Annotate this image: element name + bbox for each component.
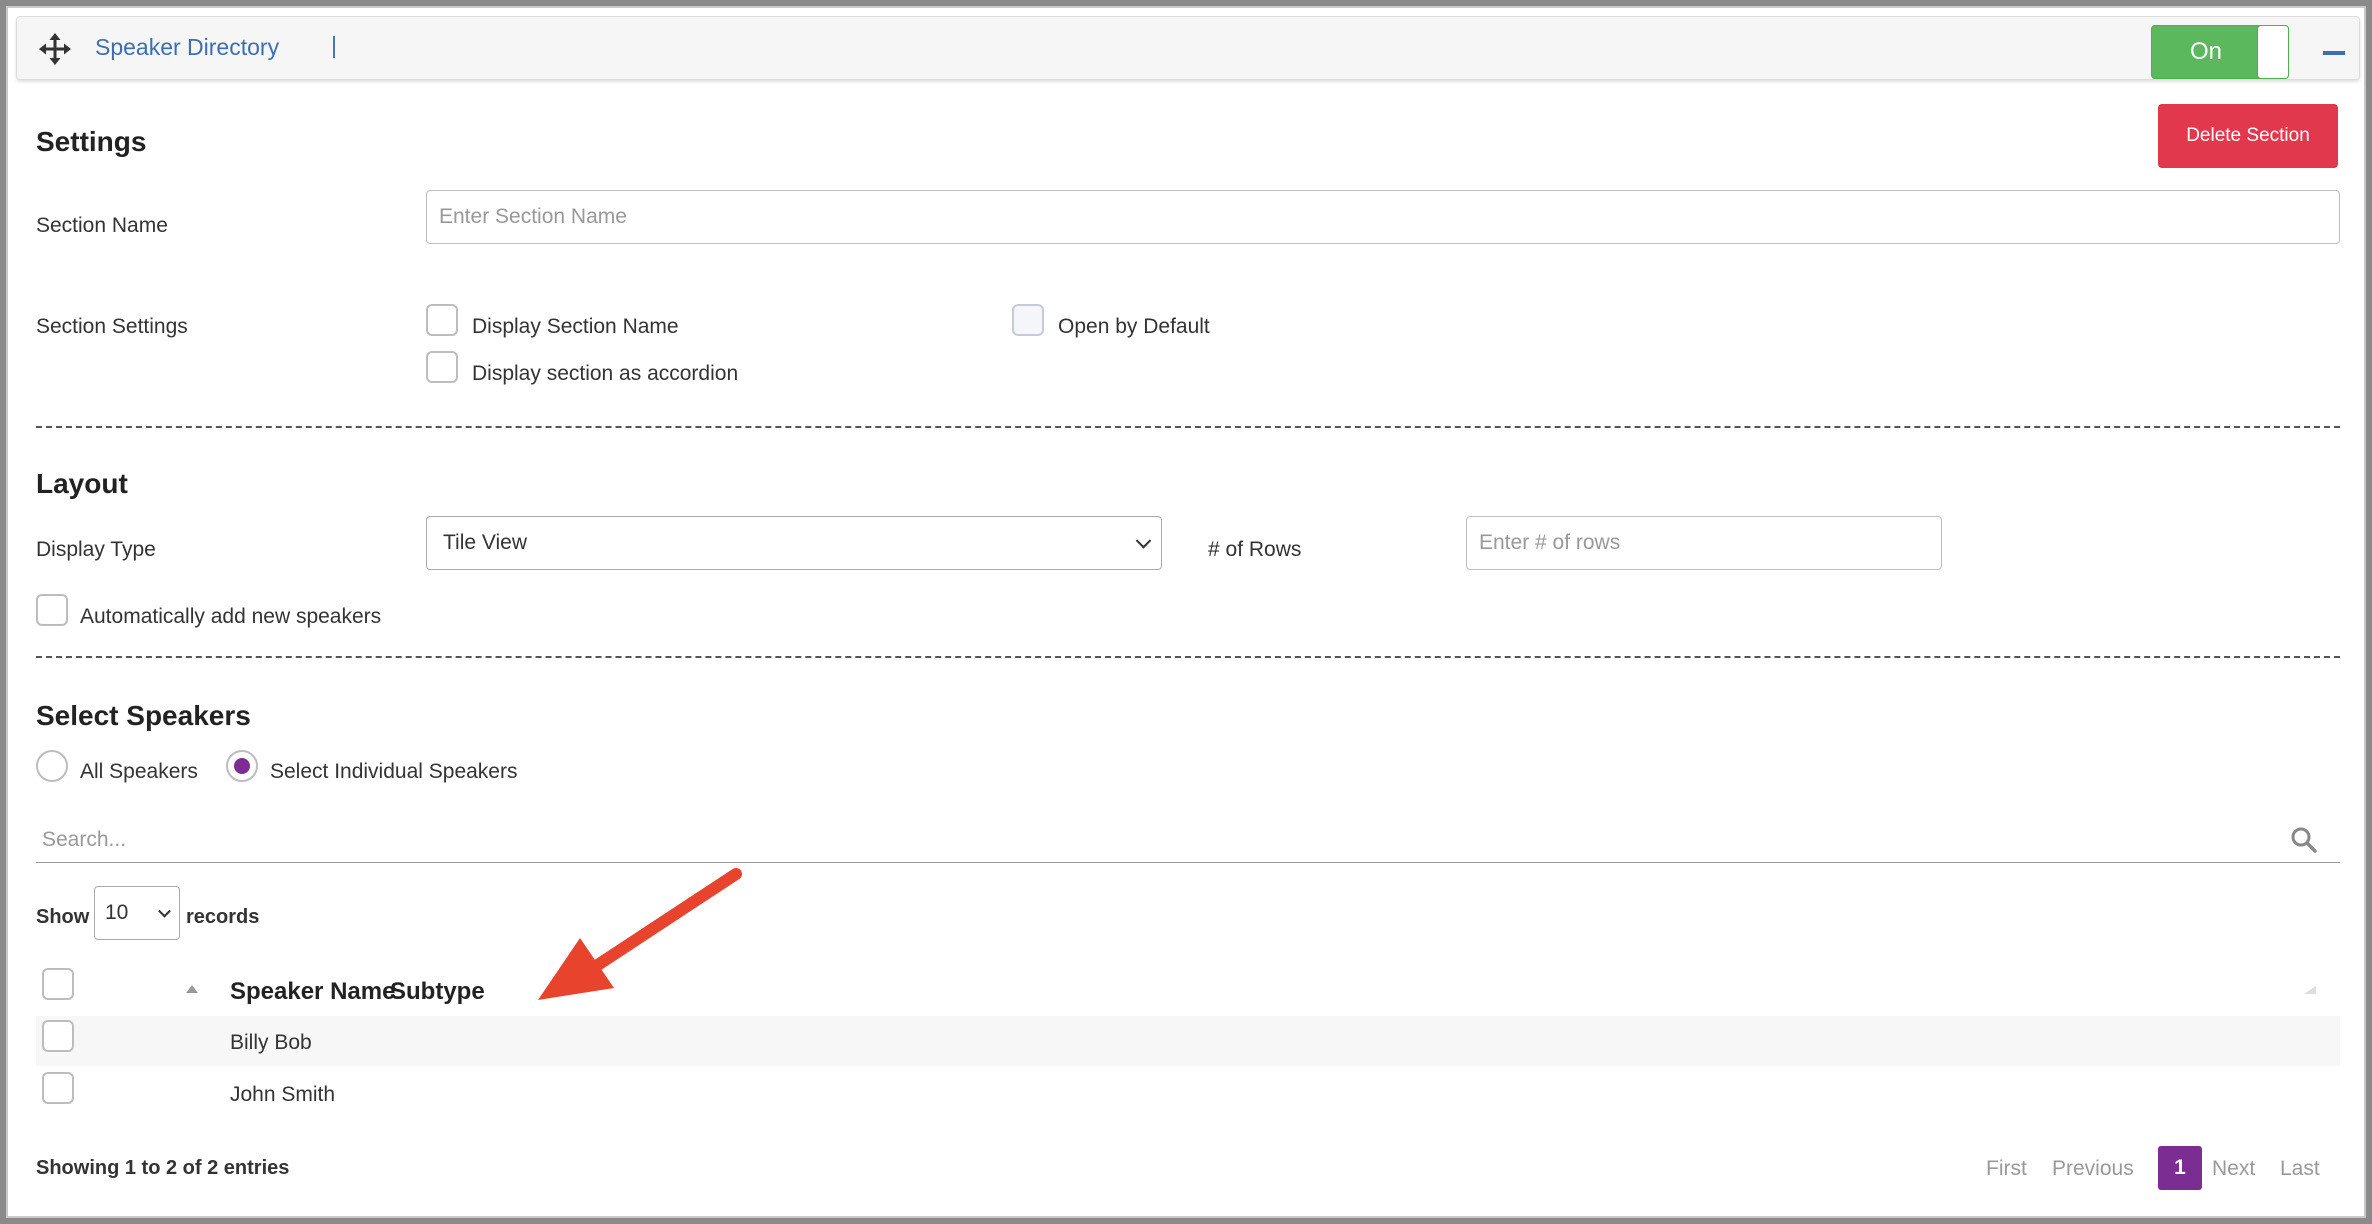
display-type-label: Display Type	[36, 538, 156, 561]
open-by-default-label: Open by Default	[1058, 315, 1210, 338]
column-header-subtype[interactable]: Subtype	[390, 978, 485, 1006]
auto-add-label: Automatically add new speakers	[80, 605, 382, 628]
section-title[interactable]: Speaker Directory	[95, 34, 279, 61]
open-by-default-checkbox[interactable]	[1012, 304, 1044, 336]
auto-add-checkbox[interactable]	[36, 594, 68, 626]
search-icon[interactable]	[2290, 826, 2318, 854]
display-type-value: Tile View	[443, 531, 528, 554]
select-all-checkbox[interactable]	[42, 968, 74, 1000]
settings-heading: Settings	[36, 126, 147, 157]
move-icon[interactable]	[39, 33, 71, 65]
divider	[36, 656, 2340, 658]
column-header-speaker-name[interactable]: Speaker Name	[230, 978, 395, 1006]
table-row[interactable]	[36, 1016, 2340, 1066]
display-type-select[interactable]: Tile View	[426, 516, 1162, 570]
chevron-down-icon	[1135, 533, 1152, 549]
rows-placeholder: Enter # of rows	[1479, 531, 1621, 554]
section-name-label: Section Name	[36, 214, 168, 237]
display-accordion-checkbox[interactable]	[426, 351, 458, 383]
row-checkbox[interactable]	[42, 1020, 74, 1052]
annotation-arrow	[538, 868, 742, 1000]
display-accordion-label: Display section as accordion	[472, 362, 739, 385]
section-settings-label: Section Settings	[36, 315, 188, 338]
pagination-current-page[interactable]: 1	[2158, 1146, 2202, 1190]
table-info: Showing 1 to 2 of 2 entries	[36, 1157, 290, 1179]
toggle-label: On	[2189, 38, 2222, 65]
delete-section-button[interactable]: Delete Section	[2158, 104, 2338, 168]
speaker-name-cell: John Smith	[230, 1083, 336, 1106]
show-label: Show	[36, 906, 90, 928]
records-per-page-select[interactable]: 10	[94, 886, 180, 940]
minus-icon[interactable]	[2323, 51, 2345, 55]
records-value: 10	[105, 901, 129, 924]
sort-icon[interactable]	[2304, 986, 2316, 994]
select-speakers-heading: Select Speakers	[36, 700, 251, 731]
pagination-last[interactable]: Last	[2280, 1157, 2320, 1181]
records-label: records	[186, 906, 260, 928]
speaker-search-input[interactable]: Search...	[36, 816, 2340, 862]
row-checkbox[interactable]	[42, 1072, 74, 1104]
pagination-first[interactable]: First	[1986, 1157, 2027, 1181]
pagination-previous[interactable]: Previous	[2052, 1157, 2134, 1181]
all-speakers-radio[interactable]	[36, 750, 68, 782]
layout-heading: Layout	[36, 468, 128, 499]
individual-speakers-label: Select Individual Speakers	[270, 760, 518, 783]
search-underline	[36, 862, 2340, 863]
section-panel: Speaker Directory | On Settings Delete S…	[6, 6, 2366, 1218]
rows-input[interactable]: Enter # of rows	[1466, 516, 1942, 570]
table-row[interactable]	[36, 1066, 2340, 1116]
title-separator: |	[331, 32, 337, 58]
search-placeholder: Search...	[42, 828, 127, 851]
section-header: Speaker Directory | On	[16, 16, 2360, 80]
all-speakers-label: All Speakers	[80, 760, 198, 783]
pagination-next[interactable]: Next	[2212, 1157, 2255, 1181]
speaker-name-cell: Billy Bob	[230, 1031, 312, 1054]
sort-asc-icon[interactable]	[186, 985, 198, 993]
divider	[36, 426, 2340, 428]
section-name-input[interactable]: Enter Section Name	[426, 190, 2340, 244]
display-section-name-label: Display Section Name	[472, 315, 679, 338]
rows-label: # of Rows	[1208, 538, 1302, 561]
toggle-knob[interactable]	[2257, 25, 2289, 79]
chevron-down-icon	[158, 904, 171, 918]
section-toggle[interactable]: On	[2151, 25, 2289, 79]
display-section-name-checkbox[interactable]	[426, 304, 458, 336]
section-name-placeholder: Enter Section Name	[439, 205, 627, 228]
individual-speakers-radio[interactable]	[226, 750, 258, 782]
